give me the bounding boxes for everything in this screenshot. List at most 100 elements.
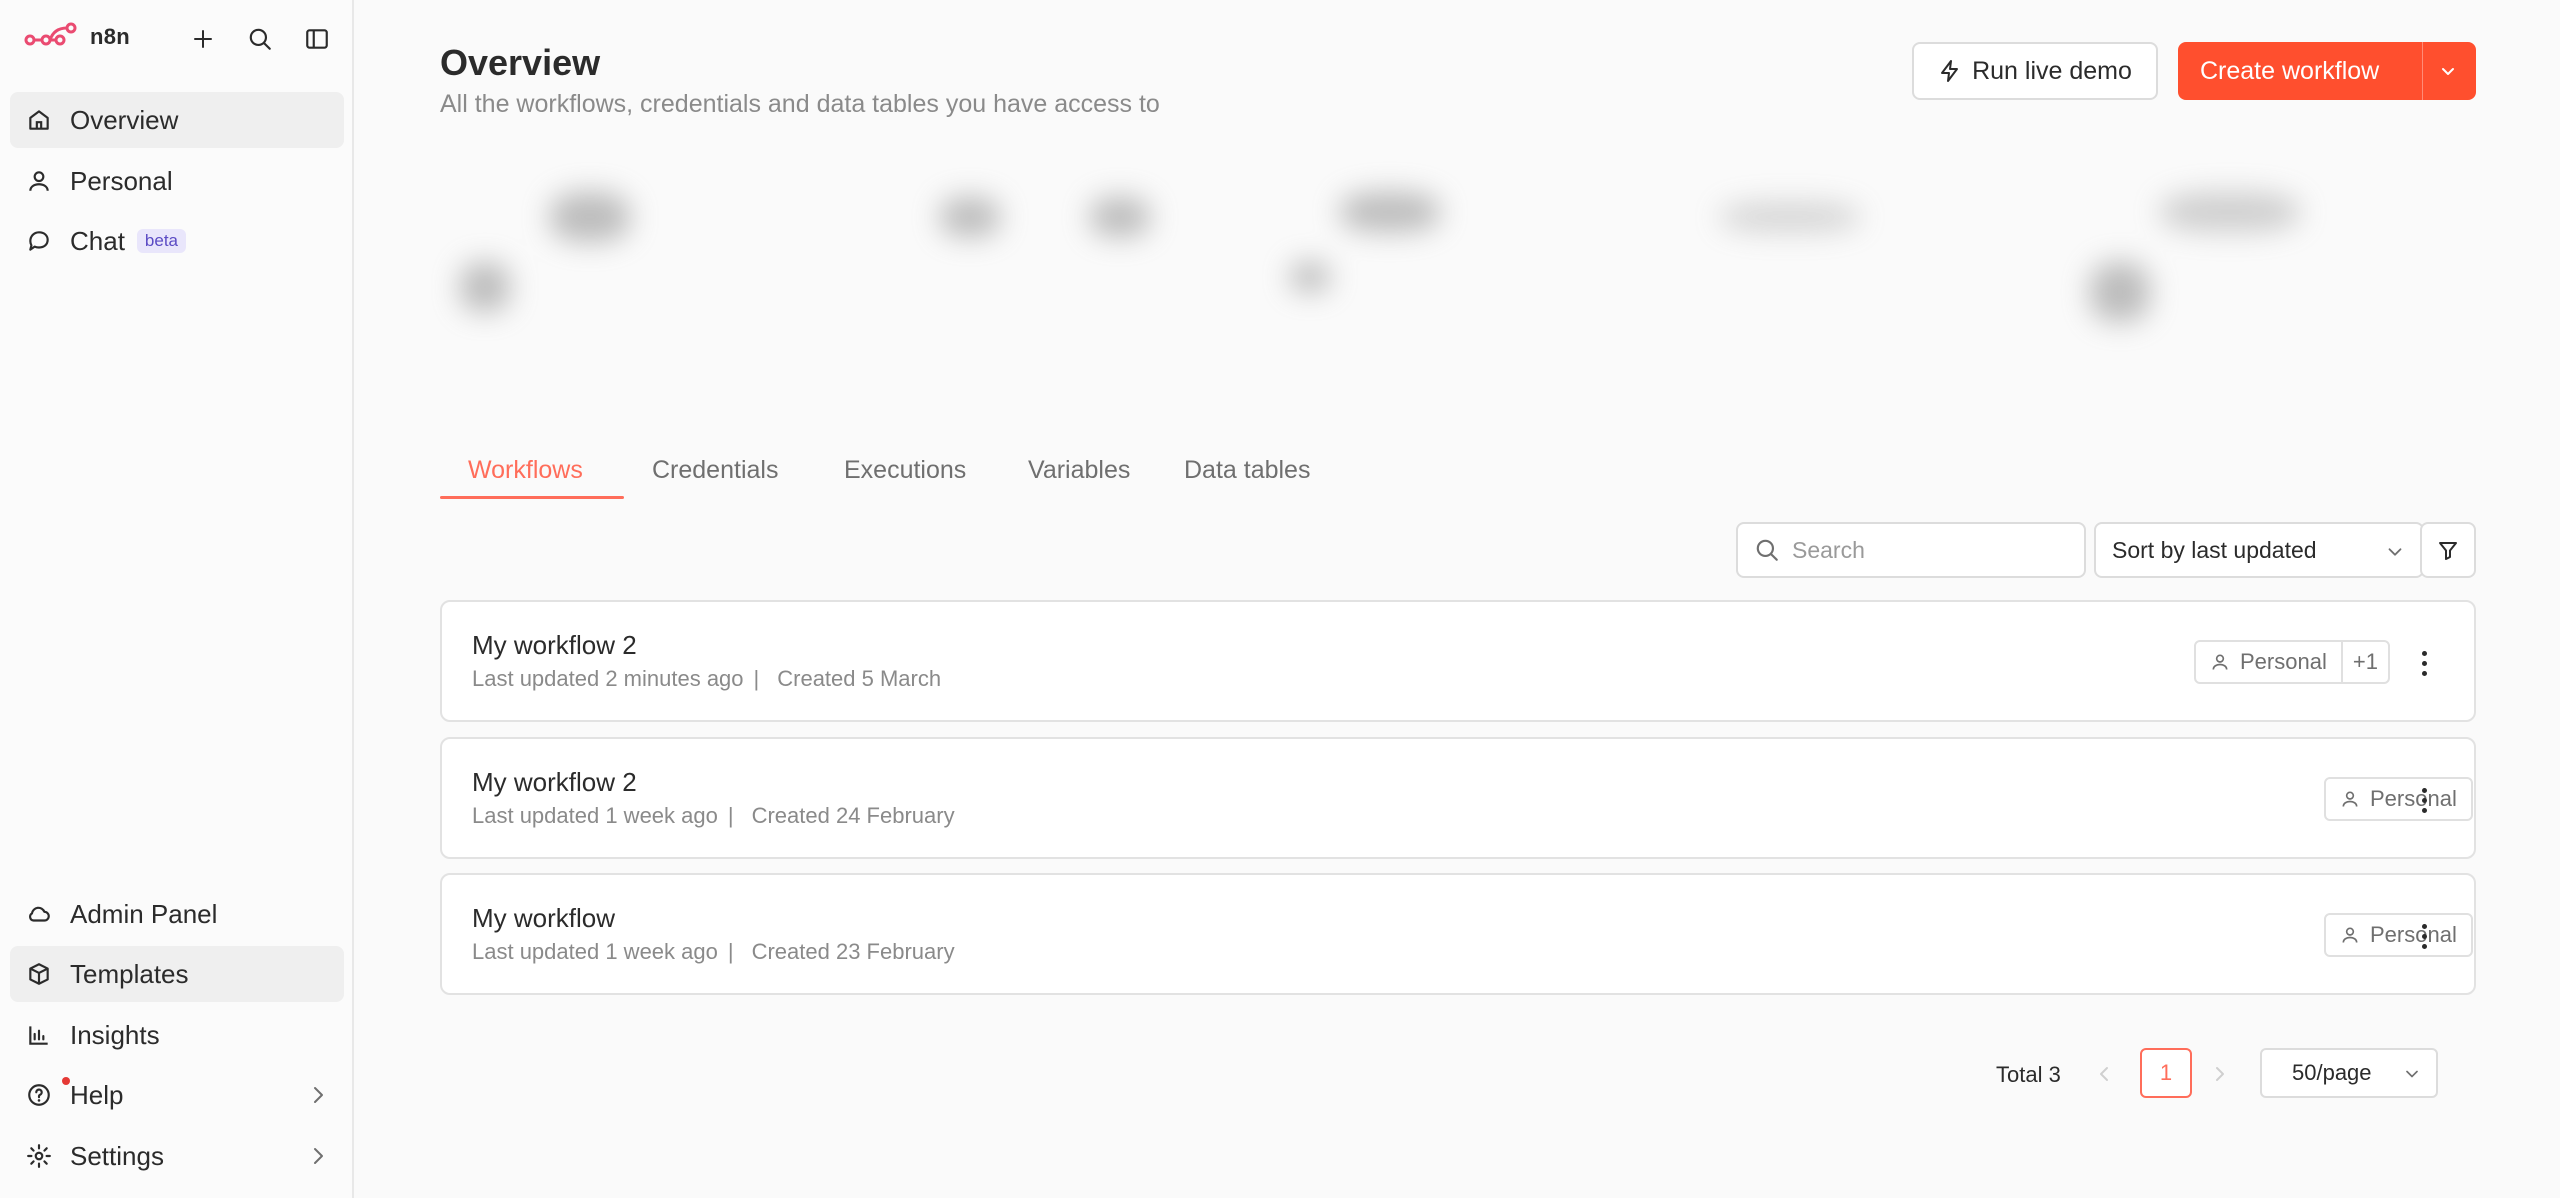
sidebar-item-label: Admin Panel xyxy=(70,898,218,929)
sidebar: n8n Overview Personal Chat beta Admin Pa… xyxy=(0,0,354,1198)
sidebar-item-label: Insights xyxy=(70,1019,160,1050)
filter-button[interactable] xyxy=(2420,522,2476,578)
tab-variables[interactable]: Variables xyxy=(1028,456,1130,485)
page-size-value: 50/page xyxy=(2292,1060,2372,1085)
shared-count: +1 xyxy=(2340,642,2388,682)
tab-data-tables[interactable]: Data tables xyxy=(1184,456,1310,485)
owner-badge[interactable]: Personal +1 xyxy=(2194,640,2390,684)
more-options-icon[interactable] xyxy=(2414,785,2434,815)
workflow-updated: Last updated 1 week ago xyxy=(472,803,718,828)
run-live-demo-label: Run live demo xyxy=(1972,56,2132,85)
help-icon xyxy=(24,1080,54,1110)
total-count: Total 3 xyxy=(1996,1062,2061,1087)
chat-icon xyxy=(24,226,54,256)
tab-bar: Workflows Credentials Executions Variabl… xyxy=(440,448,2476,500)
tab-workflows[interactable]: Workflows xyxy=(468,456,583,485)
workflow-name[interactable]: My workflow 2 xyxy=(472,630,637,661)
meta-separator: | xyxy=(753,666,760,691)
sidebar-item-templates[interactable]: Templates xyxy=(10,946,344,1002)
sidebar-item-help[interactable]: Help xyxy=(10,1067,344,1123)
page-subtitle: All the workflows, credentials and data … xyxy=(440,90,1160,118)
chevron-down-icon[interactable] xyxy=(2436,59,2460,83)
owner-badge-main: Personal xyxy=(2326,779,2471,819)
page-number-current[interactable]: 1 xyxy=(2140,1048,2192,1098)
workflow-name[interactable]: My workflow xyxy=(472,903,615,934)
workflow-created: Created 24 February xyxy=(751,803,955,828)
chevron-down-icon xyxy=(2388,548,2402,556)
owner-badge[interactable]: Personal xyxy=(2324,913,2473,957)
search-icon[interactable] xyxy=(243,22,277,56)
n8n-logo-icon xyxy=(24,22,77,46)
sidebar-item-personal[interactable]: Personal xyxy=(10,153,344,209)
search-box[interactable] xyxy=(1736,522,2086,578)
create-workflow-button[interactable]: Create workflow xyxy=(2178,42,2476,100)
sidebar-item-label: Overview xyxy=(70,104,179,135)
filter-icon xyxy=(2439,542,2457,560)
owner-badge[interactable]: Personal xyxy=(2324,777,2473,821)
gear-icon xyxy=(24,1141,54,1171)
search-input[interactable] xyxy=(1792,536,2072,564)
more-options-icon[interactable] xyxy=(2414,921,2434,951)
pagination: Total 3 1 50/page xyxy=(356,1048,2560,1100)
owner-badge-main: Personal xyxy=(2326,915,2471,955)
lightning-icon xyxy=(1941,60,1959,82)
sidebar-item-label: Settings xyxy=(70,1140,164,1171)
chevron-down-icon xyxy=(2406,1070,2418,1078)
workflow-updated: Last updated 2 minutes ago xyxy=(472,666,744,691)
create-workflow-label: Create workflow xyxy=(2200,56,2380,85)
sidebar-header: n8n xyxy=(0,0,354,78)
button-divider xyxy=(2422,42,2423,100)
sidebar-item-label: Chat xyxy=(70,225,125,256)
active-tab-indicator xyxy=(440,496,624,499)
workflow-meta: Last updated 2 minutes ago | Created 5 M… xyxy=(472,666,941,692)
sidebar-item-chat[interactable]: Chat beta xyxy=(10,213,344,269)
user-icon xyxy=(2212,654,2228,670)
tab-credentials[interactable]: Credentials xyxy=(652,456,778,485)
workflow-meta: Last updated 1 week ago | Created 23 Feb… xyxy=(472,939,955,965)
user-icon xyxy=(2342,791,2358,807)
owner-label: Personal xyxy=(2240,649,2327,674)
chevron-right-icon[interactable] xyxy=(2208,1062,2232,1086)
user-icon xyxy=(2342,927,2358,943)
workflow-created: Created 23 February xyxy=(751,939,955,964)
search-icon xyxy=(1756,539,1778,561)
plus-icon[interactable] xyxy=(186,22,220,56)
workflow-created: Created 5 March xyxy=(777,666,942,691)
workflow-card[interactable]: My workflow 2 Last updated 1 week ago | … xyxy=(440,737,2476,859)
sidebar-item-overview[interactable]: Overview xyxy=(10,92,344,148)
chevron-right-icon xyxy=(314,1148,323,1164)
cloud-icon xyxy=(24,899,54,929)
sidebar-item-admin-panel[interactable]: Admin Panel xyxy=(10,886,344,942)
workflow-updated: Last updated 1 week ago xyxy=(472,939,718,964)
sidebar-item-label: Help xyxy=(70,1079,124,1110)
sort-select[interactable]: Sort by last updated xyxy=(2094,522,2424,578)
main-content: Overview All the workflows, credentials … xyxy=(356,0,2560,1198)
sidebar-item-settings[interactable]: Settings xyxy=(10,1128,344,1184)
page-size-select[interactable]: 50/page xyxy=(2260,1048,2438,1098)
chevron-left-icon[interactable] xyxy=(2092,1062,2116,1086)
run-live-demo-button[interactable]: Run live demo xyxy=(1912,42,2158,100)
workflow-name[interactable]: My workflow 2 xyxy=(472,767,637,798)
sidebar-item-label: Personal xyxy=(70,165,173,196)
sidebar-toggle-icon[interactable] xyxy=(300,22,334,56)
workflow-card[interactable]: My workflow Last updated 1 week ago | Cr… xyxy=(440,873,2476,995)
workflow-card[interactable]: My workflow 2 Last updated 2 minutes ago… xyxy=(440,600,2476,722)
beta-badge: beta xyxy=(136,229,187,253)
tab-executions[interactable]: Executions xyxy=(844,456,966,485)
notification-dot xyxy=(62,1077,70,1085)
n8n-logo[interactable]: n8n xyxy=(24,22,130,52)
meta-separator: | xyxy=(727,939,734,964)
workflow-meta: Last updated 1 week ago | Created 24 Feb… xyxy=(472,803,955,829)
sort-select-value: Sort by last updated xyxy=(2112,536,2317,563)
home-icon xyxy=(24,105,54,135)
meta-separator: | xyxy=(727,803,734,828)
app-name: n8n xyxy=(90,24,131,49)
sidebar-item-label: Templates xyxy=(70,958,189,989)
sidebar-item-insights[interactable]: Insights xyxy=(10,1007,344,1063)
more-options-icon[interactable] xyxy=(2414,648,2434,678)
user-icon xyxy=(24,166,54,196)
chevron-right-icon xyxy=(314,1087,323,1103)
owner-badge-main: Personal xyxy=(2196,642,2341,682)
box-icon xyxy=(24,959,54,989)
insights-summary-blurred xyxy=(440,152,2476,352)
